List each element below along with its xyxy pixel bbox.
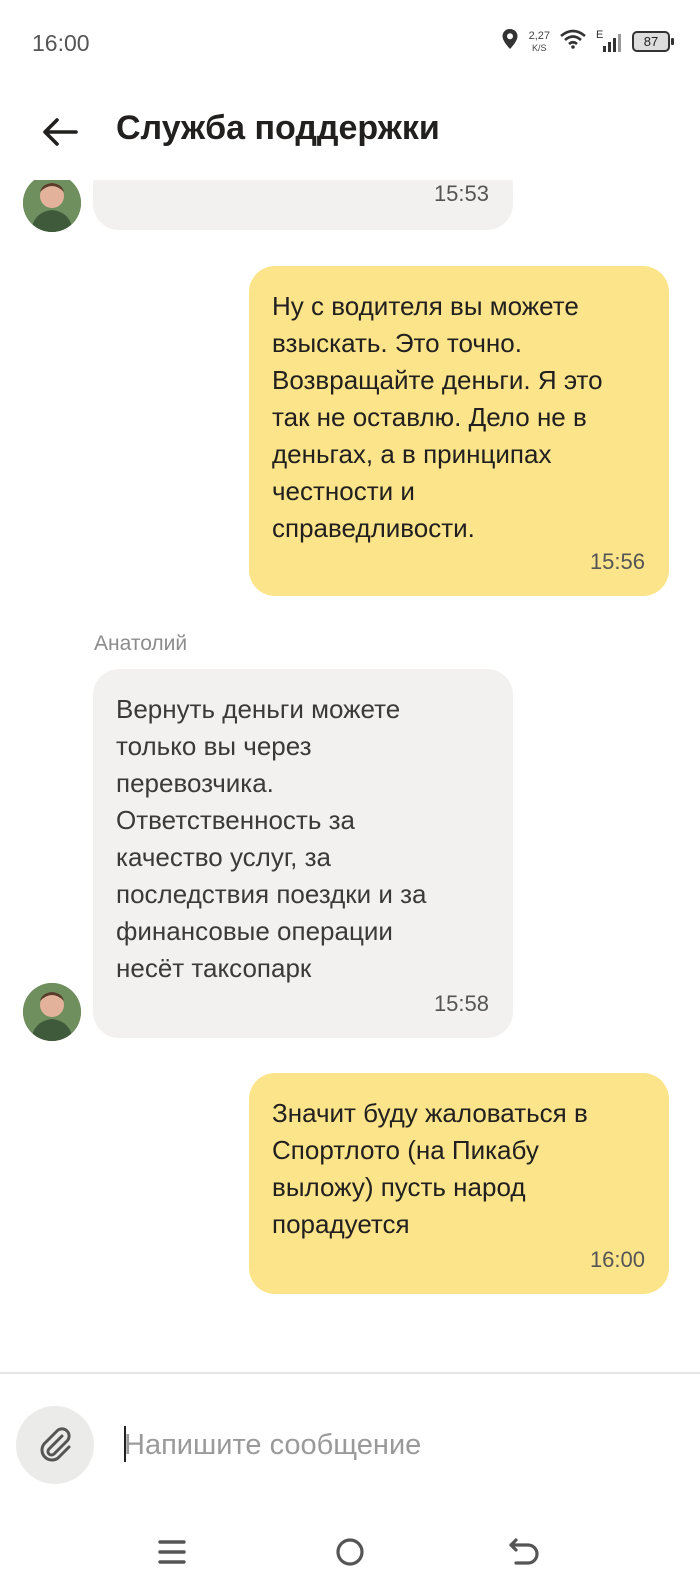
arrow-left-icon <box>43 118 78 146</box>
composer-divider <box>0 1372 700 1374</box>
menu-icon <box>158 1540 186 1564</box>
attach-button[interactable] <box>16 1406 94 1484</box>
message-bubble-incoming: Вернуть деньги можете только вы через пе… <box>93 669 513 1038</box>
back-button[interactable] <box>36 108 84 156</box>
message-time: 15:53 <box>433 181 489 206</box>
chat-messages: 15:53 Ну с водителя вы можете взыскать. … <box>0 180 700 1372</box>
status-bar: 16:00 2,27 K/S E 87 <box>0 0 700 90</box>
message-time: 15:56 <box>589 549 645 574</box>
agent-avatar <box>23 180 81 232</box>
text-cursor <box>124 1426 126 1462</box>
status-time: 16:00 <box>32 30 90 56</box>
nav-home-button[interactable] <box>326 1528 374 1576</box>
message-text: Вернуть деньги можете только вы через пе… <box>116 694 427 983</box>
wifi-icon <box>560 29 586 54</box>
message-text: Ну с водителя вы можете взыскать. Это то… <box>272 291 603 543</box>
battery-icon: 87 <box>632 31 674 52</box>
cellular-signal-icon: E <box>596 28 622 53</box>
network-speed-unit: K/S <box>532 42 547 53</box>
nav-menu-button[interactable] <box>148 1528 196 1576</box>
paperclip-icon <box>40 1427 71 1462</box>
message-text: Значит буду жаловаться в Спортлото (на П… <box>272 1098 588 1239</box>
location-icon <box>501 28 519 55</box>
message-bubble-outgoing: Ну с водителя вы можете взыскать. Это то… <box>249 266 669 596</box>
status-icons: 2,27 K/S E 87 <box>501 28 674 55</box>
message-bubble-incoming: 15:53 <box>93 180 513 230</box>
battery-level: 87 <box>643 34 659 49</box>
message-time: 16:00 <box>589 1247 645 1272</box>
network-speed-value: 2,27 <box>528 29 550 42</box>
network-speed: 2,27 K/S <box>529 30 550 54</box>
network-type: E <box>596 28 604 41</box>
app-bar: Служба поддержки <box>0 90 700 180</box>
nav-back-button[interactable] <box>500 1528 548 1576</box>
message-bubble-outgoing: Значит буду жаловаться в Спортлото (на П… <box>249 1073 669 1294</box>
page-title: Служба поддержки <box>116 109 440 147</box>
home-circle-icon <box>336 1538 364 1566</box>
agent-avatar <box>23 983 81 1041</box>
message-input[interactable] <box>124 1422 664 1468</box>
sender-name: Анатолий <box>94 632 188 655</box>
system-nav-bar <box>0 1510 700 1594</box>
back-gesture-icon <box>509 1538 539 1565</box>
message-time: 15:58 <box>433 991 489 1016</box>
